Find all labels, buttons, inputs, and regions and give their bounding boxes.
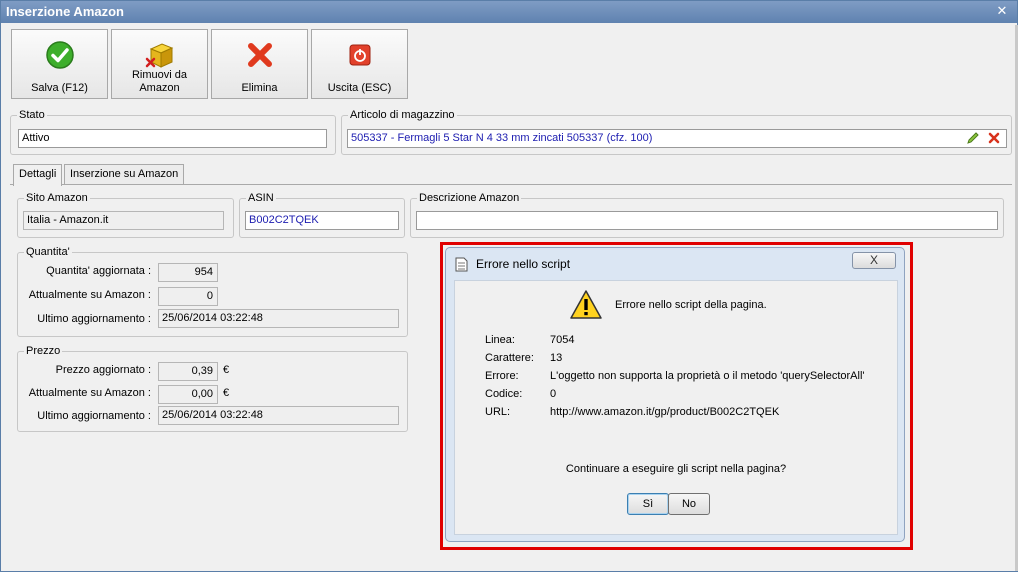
exit-button[interactable]: Uscita (ESC) — [311, 29, 408, 99]
stato-field[interactable]: Attivo — [18, 129, 327, 148]
url-value: http://www.amazon.it/gp/product/B002C2TQ… — [550, 406, 780, 418]
main-window: Inserzione Amazon ✕ Salva (F12) Rimuovi … — [0, 0, 1018, 572]
document-icon — [455, 257, 468, 272]
quantita-last-field[interactable]: 25/06/2014 03:22:48 — [158, 309, 399, 328]
tab-dettagli[interactable]: Dettagli — [13, 164, 63, 186]
dialog-body: Errore nello script della pagina. Linea:… — [454, 280, 898, 535]
quantita-current-field[interactable]: 0 — [158, 287, 218, 306]
no-label: No — [681, 498, 697, 510]
check-icon — [45, 41, 74, 69]
url-label: URL: — [485, 406, 511, 418]
stato-legend: Stato — [19, 109, 45, 121]
errore-label: Errore: — [485, 370, 519, 382]
prezzo-last-field[interactable]: 25/06/2014 03:22:48 — [158, 406, 399, 425]
prezzo-current-label: Attualmente su Amazon : — [28, 387, 151, 399]
prezzo-updated-currency: € — [223, 364, 230, 376]
yes-button[interactable]: Sì — [627, 493, 669, 515]
yes-label: Sì — [642, 498, 654, 510]
tab-inserzione[interactable]: Inserzione su Amazon — [64, 164, 185, 185]
carattere-label: Carattere: — [485, 352, 534, 364]
dialog-message: Errore nello script della pagina. — [615, 299, 767, 311]
save-label: Salva (F12) — [31, 82, 88, 94]
quantita-updated-field[interactable]: 954 — [158, 263, 218, 282]
window-title: Inserzione Amazon — [6, 4, 124, 19]
articolo-value: 505337 - Fermagli 5 Star N 4 33 mm zinca… — [351, 132, 653, 144]
prezzo-updated-label: Prezzo aggiornato : — [55, 364, 151, 376]
prezzo-last-label: Ultimo aggiornamento : — [37, 410, 151, 422]
articolo-legend: Articolo di magazzino — [350, 109, 455, 121]
tab-inserzione-label: Inserzione su Amazon — [70, 168, 179, 180]
delete-x-icon — [247, 43, 272, 67]
descrizione-legend: Descrizione Amazon — [419, 192, 520, 204]
sito-field[interactable]: Italia - Amazon.it — [23, 211, 224, 230]
carattere-value: 13 — [550, 352, 563, 364]
dialog-close-icon: X — [869, 253, 878, 267]
exit-label: Uscita (ESC) — [327, 82, 392, 94]
tab-dettagli-label: Dettagli — [19, 168, 57, 180]
articolo-field[interactable]: 505337 - Fermagli 5 Star N 4 33 mm zinca… — [347, 129, 1007, 148]
no-button[interactable]: No — [668, 493, 710, 515]
prezzo-updated-field[interactable]: 0,39 — [158, 362, 218, 381]
dialog-close-button[interactable]: X — [852, 252, 896, 269]
quantita-last-label: Ultimo aggiornamento : — [37, 313, 151, 325]
sito-legend: Sito Amazon — [26, 192, 88, 204]
edit-pencil-icon[interactable] — [966, 131, 980, 145]
prezzo-legend: Prezzo — [26, 345, 61, 357]
quantita-legend: Quantita' — [26, 246, 70, 258]
dialog-title: Errore nello script — [476, 257, 571, 271]
codice-label: Codice: — [485, 388, 523, 400]
linea-label: Linea: — [485, 334, 515, 346]
remove-label: Rimuovi da Amazon — [131, 69, 188, 94]
errore-value: L'oggetto non supporta la proprietà o il… — [550, 370, 865, 382]
window-titlebar: Inserzione Amazon ✕ — [1, 1, 1017, 23]
prezzo-current-currency: € — [223, 387, 230, 399]
asin-legend: ASIN — [248, 192, 274, 204]
descrizione-field[interactable] — [416, 211, 998, 230]
quantita-current-label: Attualmente su Amazon : — [28, 289, 151, 301]
save-button[interactable]: Salva (F12) — [11, 29, 108, 99]
clear-x-icon[interactable] — [988, 132, 1000, 144]
codice-value: 0 — [550, 388, 557, 400]
prezzo-current-field[interactable]: 0,00 — [158, 385, 218, 404]
close-icon[interactable]: ✕ — [995, 4, 1009, 18]
delete-label: Elimina — [241, 82, 278, 94]
box-remove-icon — [145, 43, 173, 68]
power-icon — [349, 44, 370, 66]
script-error-dialog: Errore nello script X Errore nello scrip… — [445, 247, 905, 542]
dialog-question: Continuare a eseguire gli script nella p… — [565, 463, 787, 475]
asin-field[interactable]: B002C2TQEK — [245, 211, 399, 230]
remove-from-amazon-button[interactable]: Rimuovi da Amazon — [111, 29, 208, 99]
linea-value: 7054 — [550, 334, 575, 346]
warning-icon — [570, 290, 602, 319]
delete-button[interactable]: Elimina — [211, 29, 308, 99]
quantita-updated-label: Quantita' aggiornata : — [46, 265, 151, 277]
